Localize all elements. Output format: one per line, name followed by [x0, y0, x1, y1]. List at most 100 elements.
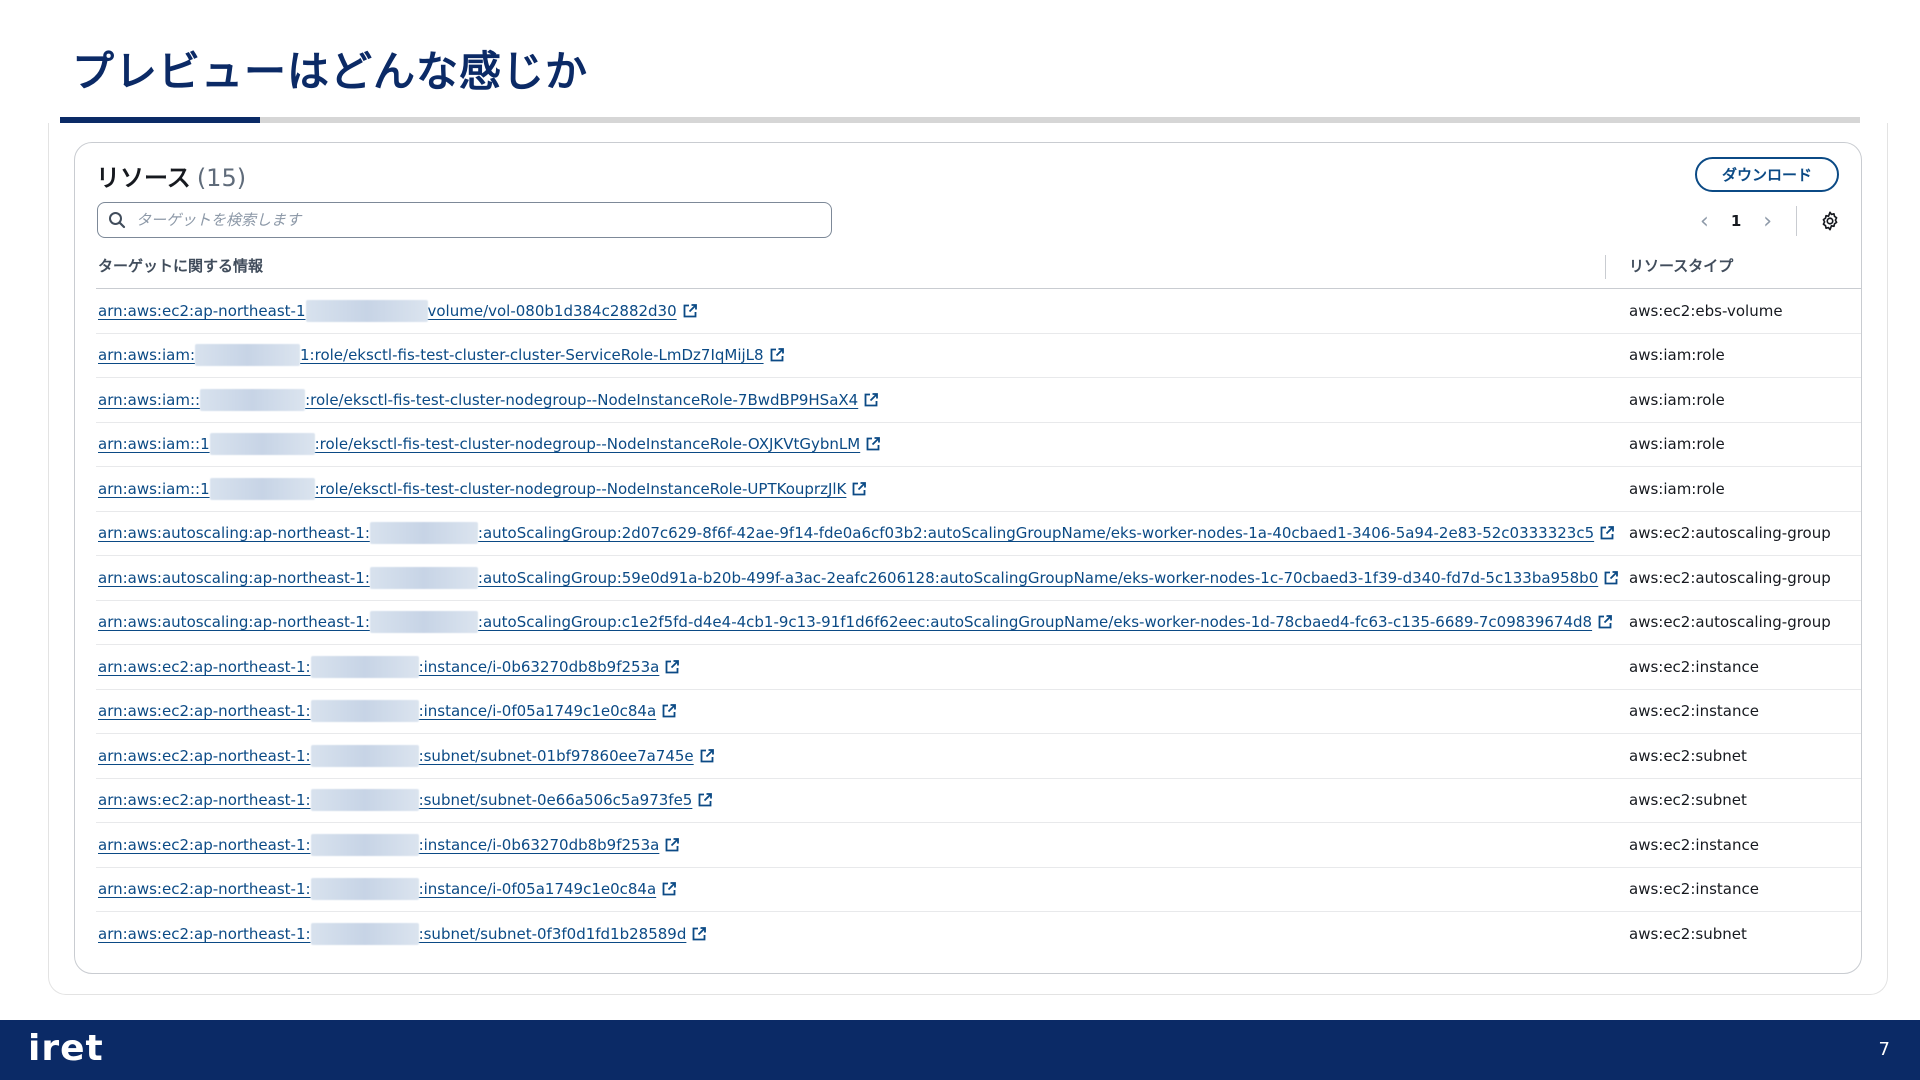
arn-prefix: arn:aws:iam::1 [98, 435, 210, 454]
resources-table: arn:aws:ec2:ap-northeast-1 volume/vol-080… [96, 289, 1861, 957]
arn-suffix: :subnet/subnet-0f3f0d1fd1b28589d [418, 925, 687, 944]
resource-type: aws:ec2:autoscaling-group [1629, 524, 1831, 543]
table-row: arn:aws:iam::1:role/eksctl-fis-test-clus… [96, 467, 1861, 512]
redacted-account-id [369, 611, 478, 634]
external-link-icon[interactable] [851, 481, 867, 497]
external-link-icon[interactable] [769, 347, 785, 363]
resource-arn-link[interactable]: arn:aws:ec2:ap-northeast-1: :subnet/subne… [98, 789, 713, 812]
external-link-icon[interactable] [682, 303, 698, 319]
external-link-icon[interactable] [661, 881, 677, 897]
table-row: arn:aws:ec2:ap-northeast-1::instance/i-0… [96, 868, 1861, 912]
resource-type: aws:ec2:subnet [1629, 746, 1747, 765]
table-row: arn:aws:iam:::role/eksctl-fis-test-clust… [96, 378, 1861, 423]
column-separator[interactable] [1605, 255, 1606, 279]
resource-type: aws:iam:role [1629, 435, 1725, 454]
arn-suffix: :subnet/subnet-0e66a506c5a973fe5 [418, 791, 693, 810]
external-link-icon[interactable] [699, 748, 715, 764]
redacted-account-id [310, 923, 419, 946]
external-link-icon[interactable] [1597, 614, 1613, 630]
arn-suffix: :autoScalingGroup:2d07c629-8f6f-42ae-9f1… [477, 524, 1595, 543]
resource-count: (15) [196, 164, 247, 192]
table-row: arn:aws:ec2:ap-northeast-1: :instance/i-0… [96, 690, 1861, 734]
resource-arn-link[interactable]: arn:aws:ec2:ap-northeast-1 volume/vol-080… [98, 299, 698, 322]
redacted-account-id [310, 833, 419, 856]
table-row: arn:aws:autoscaling:ap-northeast-1: :auto… [96, 556, 1861, 601]
external-link-icon[interactable] [691, 926, 707, 942]
panel-title: リソース (15) [96, 158, 246, 193]
resource-arn-link[interactable]: arn:aws:autoscaling:ap-northeast-1::auto… [98, 611, 1613, 634]
table-row: arn:aws:ec2:ap-northeast-1::instance/i-0… [96, 645, 1861, 690]
arn-prefix: arn:aws:autoscaling:ap-northeast-1: [98, 524, 370, 543]
table-row: arn:aws:ec2:ap-northeast-1::subnet/subne… [96, 734, 1861, 779]
external-link-icon[interactable] [661, 703, 677, 719]
arn-suffix: :role/eksctl-fis-test-cluster-nodegroup-… [314, 435, 861, 454]
external-link-icon[interactable] [664, 837, 680, 853]
resource-type: aws:iam:role [1629, 479, 1725, 498]
panel-title-text: リソース [96, 164, 191, 192]
redacted-account-id [310, 878, 419, 901]
external-link-icon[interactable] [865, 436, 881, 452]
resource-arn-link[interactable]: arn:aws:iam::1 :role/eksctl-fis-test-clus… [98, 433, 881, 456]
arn-suffix: :autoScalingGroup:59e0d91a-b20b-499f-a3a… [477, 568, 1599, 587]
arn-prefix: arn:aws:ec2:ap-northeast-1: [98, 791, 311, 810]
arn-prefix: arn:aws:iam: [98, 346, 196, 365]
resource-arn-link[interactable]: arn:aws:ec2:ap-northeast-1::instance/i-0… [98, 878, 677, 901]
resource-arn-link[interactable]: arn:aws:ec2:ap-northeast-1::instance/i-0… [98, 833, 680, 856]
external-link-icon[interactable] [1603, 570, 1619, 586]
search-icon [109, 212, 126, 229]
slide-footer: iret 7 [0, 1020, 1920, 1080]
arn-suffix: :instance/i-0f05a1749c1e0c84a [418, 702, 657, 721]
resource-arn-link[interactable]: arn:aws:iam:::role/eksctl-fis-test-clust… [98, 388, 879, 411]
external-link-icon[interactable] [1599, 525, 1615, 541]
resource-type: aws:ec2:instance [1629, 657, 1759, 676]
column-header-resource-type[interactable]: リソースタイプ [1629, 255, 1733, 276]
resource-type: aws:ec2:ebs-volume [1629, 301, 1783, 320]
external-link-icon[interactable] [863, 392, 879, 408]
arn-prefix: arn:aws:ec2:ap-northeast-1: [98, 702, 311, 721]
resource-type: aws:ec2:autoscaling-group [1629, 613, 1831, 632]
search-field[interactable] [97, 202, 832, 238]
column-header-target-info[interactable]: ターゲットに関する情報 [98, 255, 263, 276]
table-row: arn:aws:ec2:ap-northeast-1: :subnet/subne… [96, 779, 1861, 823]
resource-arn-link[interactable]: arn:aws:ec2:ap-northeast-1::instance/i-0… [98, 655, 680, 678]
resource-arn-link[interactable]: arn:aws:ec2:ap-northeast-1::subnet/subne… [98, 923, 707, 946]
resource-type: aws:ec2:autoscaling-group [1629, 568, 1831, 587]
table-row: arn:aws:autoscaling:ap-northeast-1: :auto… [96, 512, 1861, 556]
resource-arn-link[interactable]: arn:aws:autoscaling:ap-northeast-1: :auto… [98, 566, 1619, 589]
redacted-account-id [209, 433, 315, 456]
arn-prefix: arn:aws:ec2:ap-northeast-1 [98, 301, 306, 320]
table-row: arn:aws:autoscaling:ap-northeast-1::auto… [96, 601, 1861, 645]
arn-prefix: arn:aws:iam:: [98, 390, 201, 409]
resource-type: aws:ec2:subnet [1629, 925, 1747, 944]
resource-arn-link[interactable]: arn:aws:iam::1:role/eksctl-fis-test-clus… [98, 477, 867, 500]
redacted-account-id [369, 566, 478, 589]
arn-prefix: arn:aws:autoscaling:ap-northeast-1: [98, 568, 370, 587]
arn-suffix: volume/vol-080b1d384c2882d30 [427, 301, 677, 320]
arn-prefix: arn:aws:autoscaling:ap-northeast-1: [98, 613, 370, 632]
resource-type: aws:ec2:instance [1629, 880, 1759, 899]
iret-logo: iret [28, 1028, 104, 1069]
arn-suffix: :role/eksctl-fis-test-cluster-nodegroup-… [305, 390, 859, 409]
resource-arn-link[interactable]: arn:aws:autoscaling:ap-northeast-1: :auto… [98, 522, 1615, 545]
external-link-icon[interactable] [664, 659, 680, 675]
arn-suffix: :instance/i-0f05a1749c1e0c84a [418, 880, 657, 899]
arn-prefix: arn:aws:ec2:ap-northeast-1: [98, 835, 311, 854]
arn-suffix: :role/eksctl-fis-test-cluster-nodegroup-… [314, 479, 847, 498]
resource-arn-link[interactable]: arn:aws:ec2:ap-northeast-1: :instance/i-0… [98, 700, 677, 723]
redacted-account-id [200, 388, 306, 411]
redacted-account-id [369, 522, 478, 545]
gear-icon[interactable] [1819, 210, 1841, 232]
arn-suffix: :instance/i-0b63270db8b9f253a [418, 657, 660, 676]
external-link-icon[interactable] [697, 792, 713, 808]
download-button[interactable]: ダウンロード [1695, 157, 1839, 192]
chevron-right-icon[interactable]: › [1763, 209, 1772, 234]
table-row: arn:aws:iam::1 :role/eksctl-fis-test-clus… [96, 423, 1861, 467]
table-row: arn:aws:ec2:ap-northeast-1 volume/vol-080… [96, 289, 1861, 334]
resource-arn-link[interactable]: arn:aws:ec2:ap-northeast-1::subnet/subne… [98, 744, 715, 767]
redacted-account-id [310, 789, 419, 812]
search-input[interactable] [136, 211, 776, 229]
table-row: arn:aws:iam: 1:role/eksctl-fis-test-clust… [96, 334, 1861, 378]
resource-arn-link[interactable]: arn:aws:iam: 1:role/eksctl-fis-test-clust… [98, 344, 785, 367]
chevron-left-icon[interactable]: ‹ [1700, 209, 1709, 234]
current-page[interactable]: 1 [1731, 212, 1741, 230]
